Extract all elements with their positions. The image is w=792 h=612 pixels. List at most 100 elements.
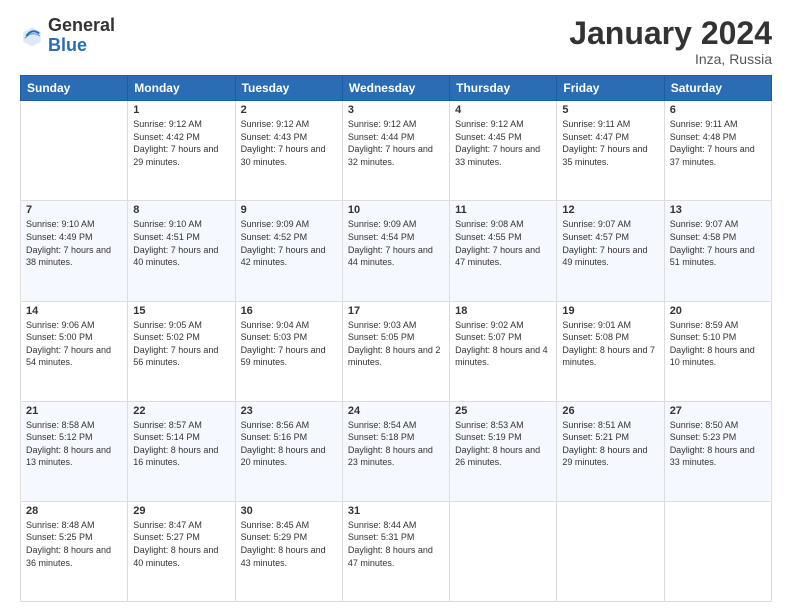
day-number: 28 bbox=[26, 505, 122, 517]
calendar-cell bbox=[450, 501, 557, 601]
day-info: Sunrise: 9:05 AMSunset: 5:02 PMDaylight:… bbox=[133, 319, 229, 369]
weekday-header: Friday bbox=[557, 76, 664, 101]
day-info: Sunrise: 8:50 AMSunset: 5:23 PMDaylight:… bbox=[670, 419, 766, 469]
calendar-cell: 16 Sunrise: 9:04 AMSunset: 5:03 PMDayligh… bbox=[235, 301, 342, 401]
day-info: Sunrise: 8:47 AMSunset: 5:27 PMDaylight:… bbox=[133, 519, 229, 569]
calendar-cell: 15 Sunrise: 9:05 AMSunset: 5:02 PMDayligh… bbox=[128, 301, 235, 401]
weekday-header: Wednesday bbox=[342, 76, 449, 101]
calendar-week-row: 28 Sunrise: 8:48 AMSunset: 5:25 PMDayligh… bbox=[21, 501, 772, 601]
day-info: Sunrise: 9:06 AMSunset: 5:00 PMDaylight:… bbox=[26, 319, 122, 369]
day-number: 13 bbox=[670, 204, 766, 216]
day-number: 1 bbox=[133, 104, 229, 116]
day-number: 16 bbox=[241, 305, 337, 317]
calendar-week-row: 21 Sunrise: 8:58 AMSunset: 5:12 PMDayligh… bbox=[21, 401, 772, 501]
day-number: 22 bbox=[133, 405, 229, 417]
day-info: Sunrise: 9:09 AMSunset: 4:52 PMDaylight:… bbox=[241, 218, 337, 268]
location: Inza, Russia bbox=[569, 51, 772, 67]
calendar-cell: 9 Sunrise: 9:09 AMSunset: 4:52 PMDaylight… bbox=[235, 201, 342, 301]
weekday-header: Tuesday bbox=[235, 76, 342, 101]
day-info: Sunrise: 8:54 AMSunset: 5:18 PMDaylight:… bbox=[348, 419, 444, 469]
calendar-cell: 2 Sunrise: 9:12 AMSunset: 4:43 PMDaylight… bbox=[235, 101, 342, 201]
calendar-cell: 31 Sunrise: 8:44 AMSunset: 5:31 PMDayligh… bbox=[342, 501, 449, 601]
calendar-cell: 1 Sunrise: 9:12 AMSunset: 4:42 PMDaylight… bbox=[128, 101, 235, 201]
day-info: Sunrise: 9:08 AMSunset: 4:55 PMDaylight:… bbox=[455, 218, 551, 268]
day-number: 20 bbox=[670, 305, 766, 317]
day-info: Sunrise: 9:07 AMSunset: 4:57 PMDaylight:… bbox=[562, 218, 658, 268]
day-info: Sunrise: 8:58 AMSunset: 5:12 PMDaylight:… bbox=[26, 419, 122, 469]
day-info: Sunrise: 8:56 AMSunset: 5:16 PMDaylight:… bbox=[241, 419, 337, 469]
day-number: 15 bbox=[133, 305, 229, 317]
calendar-cell: 29 Sunrise: 8:47 AMSunset: 5:27 PMDayligh… bbox=[128, 501, 235, 601]
weekday-header: Monday bbox=[128, 76, 235, 101]
day-info: Sunrise: 9:04 AMSunset: 5:03 PMDaylight:… bbox=[241, 319, 337, 369]
day-number: 21 bbox=[26, 405, 122, 417]
calendar-cell: 30 Sunrise: 8:45 AMSunset: 5:29 PMDayligh… bbox=[235, 501, 342, 601]
calendar-cell: 11 Sunrise: 9:08 AMSunset: 4:55 PMDayligh… bbox=[450, 201, 557, 301]
calendar-cell: 4 Sunrise: 9:12 AMSunset: 4:45 PMDaylight… bbox=[450, 101, 557, 201]
day-number: 27 bbox=[670, 405, 766, 417]
day-info: Sunrise: 9:12 AMSunset: 4:43 PMDaylight:… bbox=[241, 118, 337, 168]
day-number: 25 bbox=[455, 405, 551, 417]
day-info: Sunrise: 8:53 AMSunset: 5:19 PMDaylight:… bbox=[455, 419, 551, 469]
day-info: Sunrise: 9:07 AMSunset: 4:58 PMDaylight:… bbox=[670, 218, 766, 268]
month-title: January 2024 bbox=[569, 16, 772, 51]
calendar-cell: 22 Sunrise: 8:57 AMSunset: 5:14 PMDayligh… bbox=[128, 401, 235, 501]
day-info: Sunrise: 9:02 AMSunset: 5:07 PMDaylight:… bbox=[455, 319, 551, 369]
day-info: Sunrise: 9:12 AMSunset: 4:42 PMDaylight:… bbox=[133, 118, 229, 168]
calendar-cell: 10 Sunrise: 9:09 AMSunset: 4:54 PMDayligh… bbox=[342, 201, 449, 301]
day-info: Sunrise: 8:45 AMSunset: 5:29 PMDaylight:… bbox=[241, 519, 337, 569]
calendar-cell: 3Sunrise: 9:12 AMSunset: 4:44 PMDaylight… bbox=[342, 101, 449, 201]
logo-icon bbox=[20, 24, 44, 48]
day-number: 24 bbox=[348, 405, 444, 417]
day-info: Sunrise: 8:48 AMSunset: 5:25 PMDaylight:… bbox=[26, 519, 122, 569]
calendar-cell: 26Sunrise: 8:51 AMSunset: 5:21 PMDayligh… bbox=[557, 401, 664, 501]
day-number: 2 bbox=[241, 104, 337, 116]
calendar-table: SundayMondayTuesdayWednesdayThursdayFrid… bbox=[20, 75, 772, 602]
day-number: 14 bbox=[26, 305, 122, 317]
calendar-cell: 21 Sunrise: 8:58 AMSunset: 5:12 PMDayligh… bbox=[21, 401, 128, 501]
day-number: 18 bbox=[455, 305, 551, 317]
day-number: 12 bbox=[562, 204, 658, 216]
day-info: Sunrise: 9:10 AMSunset: 4:49 PMDaylight:… bbox=[26, 218, 122, 268]
day-info: Sunrise: 8:57 AMSunset: 5:14 PMDaylight:… bbox=[133, 419, 229, 469]
calendar-cell: 5Sunrise: 9:11 AMSunset: 4:47 PMDaylight… bbox=[557, 101, 664, 201]
day-number: 17 bbox=[348, 305, 444, 317]
day-number: 19 bbox=[562, 305, 658, 317]
day-number: 31 bbox=[348, 505, 444, 517]
calendar-cell: 19Sunrise: 9:01 AMSunset: 5:08 PMDayligh… bbox=[557, 301, 664, 401]
calendar-cell: 8 Sunrise: 9:10 AMSunset: 4:51 PMDaylight… bbox=[128, 201, 235, 301]
weekday-header: Sunday bbox=[21, 76, 128, 101]
day-number: 10 bbox=[348, 204, 444, 216]
day-number: 3 bbox=[348, 104, 444, 116]
calendar-cell: 20Sunrise: 8:59 AMSunset: 5:10 PMDayligh… bbox=[664, 301, 771, 401]
day-number: 9 bbox=[241, 204, 337, 216]
day-number: 4 bbox=[455, 104, 551, 116]
calendar-week-row: 7Sunrise: 9:10 AMSunset: 4:49 PMDaylight… bbox=[21, 201, 772, 301]
day-info: Sunrise: 9:11 AMSunset: 4:48 PMDaylight:… bbox=[670, 118, 766, 168]
calendar-cell: 13 Sunrise: 9:07 AMSunset: 4:58 PMDayligh… bbox=[664, 201, 771, 301]
calendar-cell: 24 Sunrise: 8:54 AMSunset: 5:18 PMDayligh… bbox=[342, 401, 449, 501]
weekday-header: Saturday bbox=[664, 76, 771, 101]
calendar-cell bbox=[664, 501, 771, 601]
day-number: 8 bbox=[133, 204, 229, 216]
calendar-cell: 28 Sunrise: 8:48 AMSunset: 5:25 PMDayligh… bbox=[21, 501, 128, 601]
calendar-cell bbox=[21, 101, 128, 201]
day-info: Sunrise: 8:44 AMSunset: 5:31 PMDaylight:… bbox=[348, 519, 444, 569]
calendar-cell: 6 Sunrise: 9:11 AMSunset: 4:48 PMDaylight… bbox=[664, 101, 771, 201]
day-info: Sunrise: 9:10 AMSunset: 4:51 PMDaylight:… bbox=[133, 218, 229, 268]
day-number: 11 bbox=[455, 204, 551, 216]
day-info: Sunrise: 9:12 AMSunset: 4:45 PMDaylight:… bbox=[455, 118, 551, 168]
logo-text: General Blue bbox=[48, 16, 115, 56]
calendar-cell: 7Sunrise: 9:10 AMSunset: 4:49 PMDaylight… bbox=[21, 201, 128, 301]
calendar-cell: 25 Sunrise: 8:53 AMSunset: 5:19 PMDayligh… bbox=[450, 401, 557, 501]
calendar-cell bbox=[557, 501, 664, 601]
day-info: Sunrise: 9:09 AMSunset: 4:54 PMDaylight:… bbox=[348, 218, 444, 268]
calendar-cell: 12 Sunrise: 9:07 AMSunset: 4:57 PMDayligh… bbox=[557, 201, 664, 301]
calendar-week-row: 14 Sunrise: 9:06 AMSunset: 5:00 PMDayligh… bbox=[21, 301, 772, 401]
logo: General Blue bbox=[20, 16, 115, 56]
day-number: 30 bbox=[241, 505, 337, 517]
calendar-cell: 23Sunrise: 8:56 AMSunset: 5:16 PMDayligh… bbox=[235, 401, 342, 501]
day-number: 29 bbox=[133, 505, 229, 517]
day-number: 6 bbox=[670, 104, 766, 116]
day-number: 26 bbox=[562, 405, 658, 417]
